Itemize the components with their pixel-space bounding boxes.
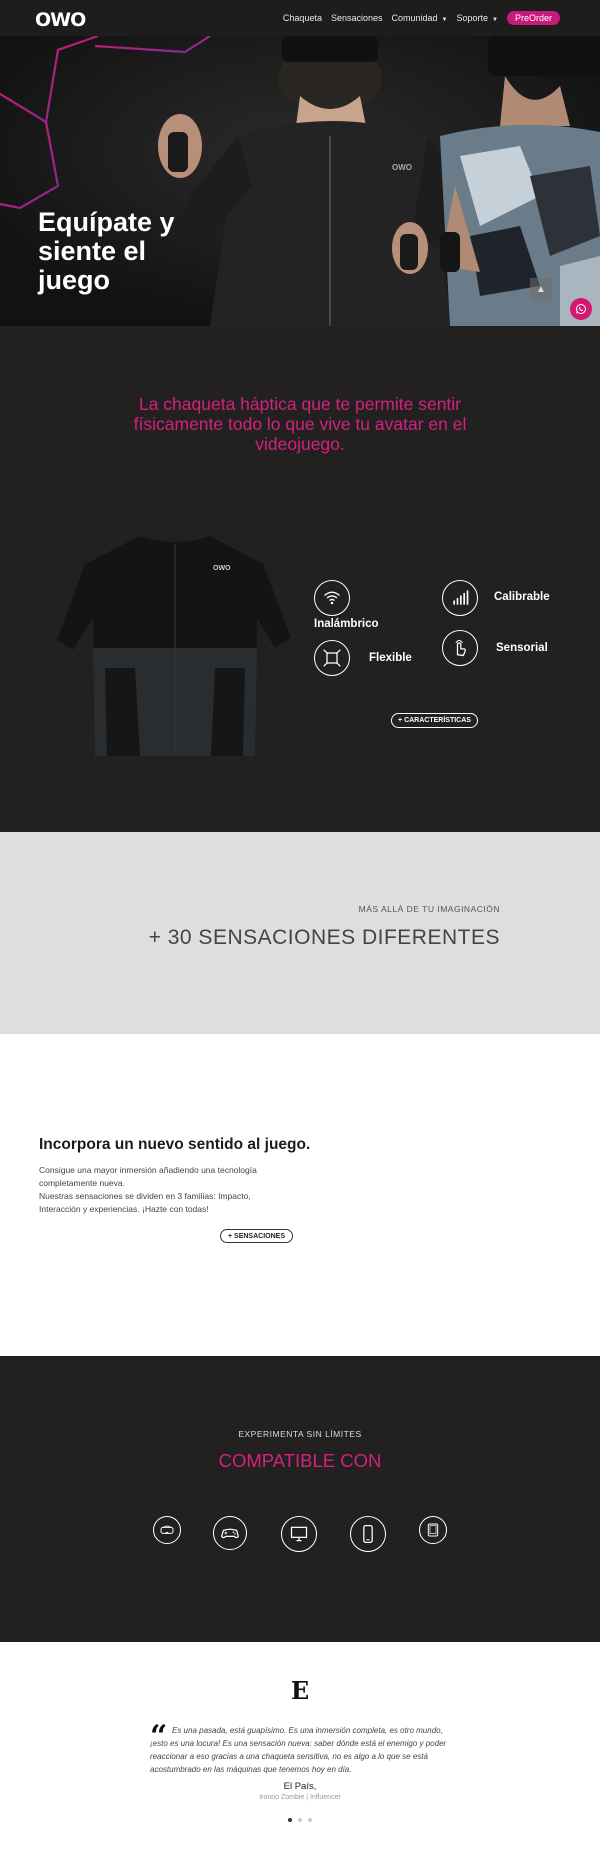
carousel-dots: [0, 1818, 600, 1822]
caret-down-icon: ▼: [441, 17, 448, 23]
menu-item-chaqueta[interactable]: Chaqueta: [283, 13, 322, 23]
main-menu: Chaqueta Sensaciones Comunidad ▼ Soporte ▼…: [283, 0, 560, 36]
feature-inalambrico: [314, 580, 350, 616]
caracteristicas-button[interactable]: + CARACTERÍSTICAS: [391, 713, 478, 728]
chevron-up-icon: ▲: [536, 283, 546, 295]
menu-item-comunidad[interactable]: Comunidad ▼: [392, 13, 448, 23]
incorpora-section: Incorpora un nuevo sentido al juego. Con…: [0, 1034, 600, 1356]
vr-headset-icon: [153, 1516, 181, 1544]
smartphone-icon: [350, 1516, 386, 1552]
carousel-dot[interactable]: [298, 1818, 302, 1822]
carousel-dot[interactable]: [288, 1818, 292, 1822]
feature-flexible: [314, 640, 350, 676]
shirt-logo: OWO: [213, 565, 231, 572]
pc-monitor-icon: [281, 1516, 317, 1552]
menu-item-soporte[interactable]: Soporte ▼: [457, 13, 498, 23]
touch-icon: [442, 630, 478, 666]
feature-label: Calibrable: [494, 591, 550, 603]
feature-label: Sensorial: [496, 642, 548, 654]
menu-item-label: Comunidad: [391, 13, 438, 23]
feature-label: Inalámbrico: [314, 618, 379, 630]
testimonial-author: El País,: [283, 1781, 317, 1792]
wifi-icon: [314, 580, 350, 616]
bars-icon: [442, 580, 478, 616]
incorpora-paragraph: Consigue una mayor inmersión añadiendo u…: [39, 1165, 257, 1188]
el-pais-logo: E: [290, 1676, 310, 1705]
testimonial-role: Ironno Zombie | Influencer: [259, 1794, 341, 1801]
sensaciones-button[interactable]: + SENSACIONES: [220, 1229, 293, 1243]
gamepad-icon: [213, 1516, 247, 1550]
testimonial-section: E “ Es una pasada, está guapísimo. Es un…: [0, 1642, 600, 1864]
sensaciones-banner: MÁS ALLÁ DE TU IMAGINACIÓN + 30 SENSACIO…: [0, 832, 600, 1034]
compatible-title: COMPATIBLE CON: [218, 1450, 382, 1471]
compatible-subtitle: EXPERIMENTA SIN LÍMITES: [238, 1429, 362, 1439]
sensaciones-title: + 30 SENSACIONES DIFERENTES: [148, 926, 500, 949]
scroll-up-button[interactable]: ▲: [530, 278, 552, 300]
testimonial-quote: Es una pasada, está guapísimo. Es una in…: [150, 1726, 447, 1774]
feature-label: Flexible: [369, 652, 412, 664]
hero-banner: OWO Equípate y siente el juego ▲: [0, 36, 600, 326]
feature-calibrable: [442, 580, 478, 616]
whatsapp-icon: [576, 304, 586, 314]
jacket-image: OWO: [57, 536, 291, 756]
caret-down-icon: ▼: [492, 17, 498, 23]
feature-sensorial: [442, 630, 478, 666]
tablet-icon: [419, 1516, 447, 1544]
incorpora-text: Consigue una mayor inmersión añadiendo u…: [39, 1164, 284, 1216]
menu-item-label: Sensaciones: [330, 13, 383, 23]
jacket-section: La chaqueta háptica que te permite senti…: [0, 326, 600, 832]
hero-title: Equípate y siente el juego: [38, 207, 175, 295]
menu-item-label: Chaqueta: [282, 13, 322, 23]
compatible-section: EXPERIMENTA SIN LÍMITES COMPATIBLE CON: [0, 1356, 600, 1642]
incorpora-paragraph: Nuestras sensaciones se dividen en 3 fam…: [39, 1191, 251, 1214]
shirt-logo: OWO: [392, 163, 412, 172]
top-navbar: OWO Chaqueta Sensaciones Comunidad ▼ Sopo…: [0, 0, 600, 36]
preorder-button[interactable]: PreOrder: [506, 11, 560, 25]
flex-icon: [314, 640, 350, 676]
jacket-tagline: La chaqueta háptica que te permite senti…: [133, 394, 467, 454]
sensaciones-subtitle: MÁS ALLÁ DE TU IMAGINACIÓN: [358, 904, 500, 914]
menu-item-label: Soporte: [456, 13, 489, 23]
carousel-dot[interactable]: [308, 1818, 312, 1822]
whatsapp-button[interactable]: [570, 298, 592, 320]
incorpora-title: Incorpora un nuevo sentido al juego.: [39, 1136, 311, 1153]
owo-logo[interactable]: OWO: [35, 9, 86, 31]
menu-item-sensaciones[interactable]: Sensaciones: [331, 13, 383, 23]
